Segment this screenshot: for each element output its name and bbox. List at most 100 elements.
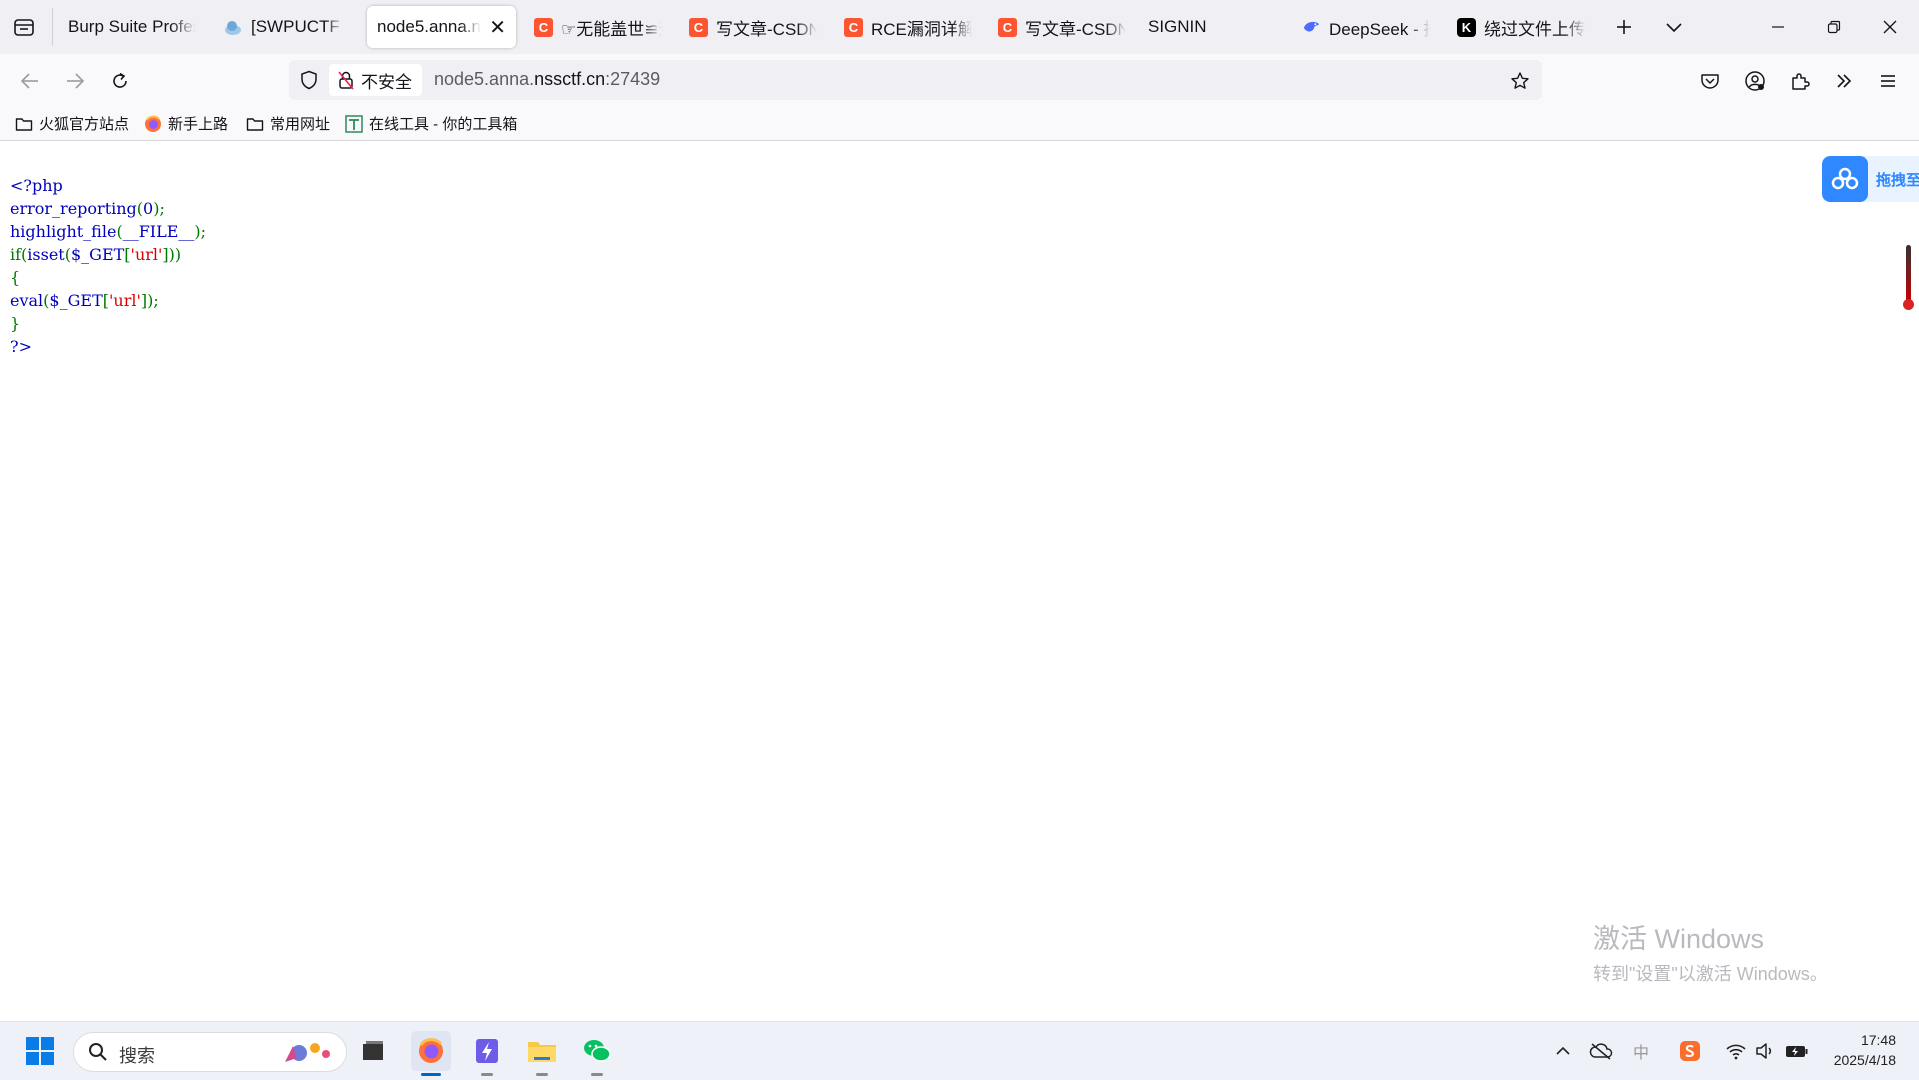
more-tools-button[interactable] [1828, 65, 1860, 97]
code-token: ); [194, 222, 207, 241]
tab-label: ☞无能盖世≌遥 [561, 19, 662, 39]
new-tab-button[interactable] [1608, 12, 1640, 42]
deepseek-icon [1302, 18, 1321, 37]
tab-kimi[interactable]: K 绕过文件上传 [1447, 6, 1595, 48]
code-token: ]); [140, 291, 159, 310]
tab-csdn-3[interactable]: C RCE漏洞详解及 [834, 6, 982, 48]
bookmark-star-button[interactable] [1507, 68, 1533, 94]
csdn-icon: C [689, 17, 708, 37]
taskbar-app-purple[interactable] [467, 1031, 507, 1076]
chevron-up-icon [1556, 1046, 1570, 1055]
scroll-indicator[interactable] [1906, 245, 1911, 305]
insecure-lock-icon [338, 71, 354, 90]
close-window-button[interactable] [1867, 10, 1913, 44]
tray-wifi[interactable] [1723, 1038, 1749, 1064]
baidu-netdisk-drop-widget[interactable]: 拖拽至 [1822, 156, 1919, 202]
clock-date: 2025/4/18 [1833, 1052, 1896, 1068]
code-line: if(isset($_GET['url'])) [10, 243, 206, 266]
pocket-button[interactable] [1694, 65, 1726, 97]
code-token: 'url' [108, 291, 141, 310]
tray-onedrive[interactable] [1588, 1038, 1614, 1064]
code-token: __FILE__ [122, 222, 195, 241]
code-line: } [10, 312, 206, 335]
taskbar-search[interactable]: 搜索 [73, 1032, 347, 1072]
plus-icon [1617, 20, 1631, 34]
tab-deepseek[interactable]: DeepSeek - 探 [1292, 6, 1440, 48]
close-tab-icon[interactable]: ✕ [489, 15, 506, 40]
tab-burp[interactable]: Burp Suite Profess [58, 6, 206, 48]
windows-taskbar: 搜索 中 17:48 2025/4/18 [0, 1021, 1919, 1080]
tray-sogou[interactable] [1677, 1038, 1703, 1064]
hamburger-menu-icon [1881, 75, 1895, 87]
double-chevron-right-icon [1837, 74, 1852, 88]
windows-logo-icon [26, 1037, 54, 1065]
taskbar-wechat[interactable] [577, 1031, 617, 1076]
bookmarks-toolbar: 火狐官方站点 新手上路 常用网址 在线工具 - 你的工具箱 [0, 108, 1919, 141]
bookmark-item[interactable]: 常用网址 [246, 113, 330, 134]
folder-icon [528, 1042, 556, 1062]
tab-overview-button[interactable] [8, 12, 40, 42]
tab-csdn-4[interactable]: C 写文章-CSDN [988, 6, 1136, 48]
scroll-indicator-handle[interactable] [1903, 299, 1914, 310]
url-text[interactable]: node5.anna.nssctf.cn:27439 [434, 69, 660, 90]
code-line: <?php [10, 174, 206, 197]
system-clock[interactable]: 17:48 2025/4/18 [1820, 1030, 1896, 1070]
minimize-button[interactable] [1755, 10, 1801, 44]
bookmark-item[interactable]: 新手上路 [144, 113, 228, 134]
cloud-icon [224, 18, 243, 37]
folder-icon [246, 117, 264, 131]
site-security-indicator[interactable]: 不安全 [329, 64, 422, 96]
code-line: ?> [10, 335, 206, 358]
tab-separator [52, 8, 53, 46]
activation-watermark: 激活 Windows 转到"设置"以激活 Windows。 [1593, 917, 1828, 986]
start-button[interactable] [20, 1031, 60, 1071]
tracking-protection-button[interactable] [297, 68, 321, 92]
bookmark-label: 新手上路 [168, 116, 229, 133]
taskbar-task-view[interactable] [353, 1031, 393, 1071]
tab-label: 写文章-CSDN [1025, 19, 1126, 39]
taskbar-firefox[interactable] [411, 1031, 451, 1076]
speaker-icon [1756, 1043, 1772, 1059]
tray-volume[interactable] [1753, 1038, 1779, 1064]
csdn-icon: C [998, 17, 1017, 37]
url-host: nssctf.cn [534, 69, 606, 89]
back-button[interactable] [14, 65, 46, 97]
restore-button[interactable] [1811, 10, 1857, 44]
star-icon [1511, 72, 1529, 89]
wifi-icon [1726, 1044, 1746, 1060]
php-source-code: <?php error_reporting(0); highlight_file(_… [10, 151, 206, 404]
firefox-icon [419, 1038, 443, 1063]
bookmark-label: 常用网址 [270, 116, 331, 133]
address-bar[interactable]: 不安全 node5.anna.nssctf.cn:27439 [289, 60, 1542, 100]
taskbar-file-explorer[interactable] [522, 1031, 562, 1076]
tab-node5-active[interactable]: node5.anna.nss ✕ [367, 6, 516, 48]
code-token: $_GET [70, 245, 125, 264]
watermark-title: 激活 Windows [1593, 924, 1765, 954]
cloud-offline-icon [1589, 1043, 1613, 1060]
bookmark-item[interactable]: 在线工具 - 你的工具箱 [345, 113, 517, 134]
list-all-tabs-button[interactable] [1658, 12, 1690, 42]
bookmark-item[interactable]: 火狐官方站点 [15, 113, 129, 134]
tab-csdn-1[interactable]: C ☞无能盖世≌遥 [524, 6, 672, 48]
tray-ime[interactable]: 中 [1628, 1038, 1654, 1064]
code-token: isset [27, 245, 65, 264]
extensions-button[interactable] [1784, 65, 1816, 97]
tab-csdn-2[interactable]: C 写文章-CSDN [679, 6, 827, 48]
minimize-icon [1772, 26, 1784, 28]
puzzle-icon [1792, 73, 1810, 90]
show-hidden-icons[interactable] [1550, 1038, 1576, 1064]
tab-list-icon [14, 19, 34, 36]
tab-signin[interactable]: SIGNIN [1138, 6, 1286, 48]
csdn-icon: C [534, 17, 553, 37]
tab-swpuctf[interactable]: [SWPUCTF 20 [214, 6, 354, 48]
forward-button[interactable] [59, 65, 91, 97]
bookmark-label: 在线工具 - 你的工具箱 [369, 116, 518, 133]
restore-icon [1827, 20, 1841, 34]
forward-arrow-icon [67, 73, 85, 89]
reload-button[interactable] [104, 65, 136, 97]
tray-battery[interactable] [1784, 1038, 1810, 1064]
account-button[interactable] [1739, 65, 1771, 97]
tab-label: node5.anna.nss [377, 17, 481, 36]
app-menu-button[interactable] [1872, 65, 1904, 97]
chevron-down-icon [1666, 23, 1682, 33]
